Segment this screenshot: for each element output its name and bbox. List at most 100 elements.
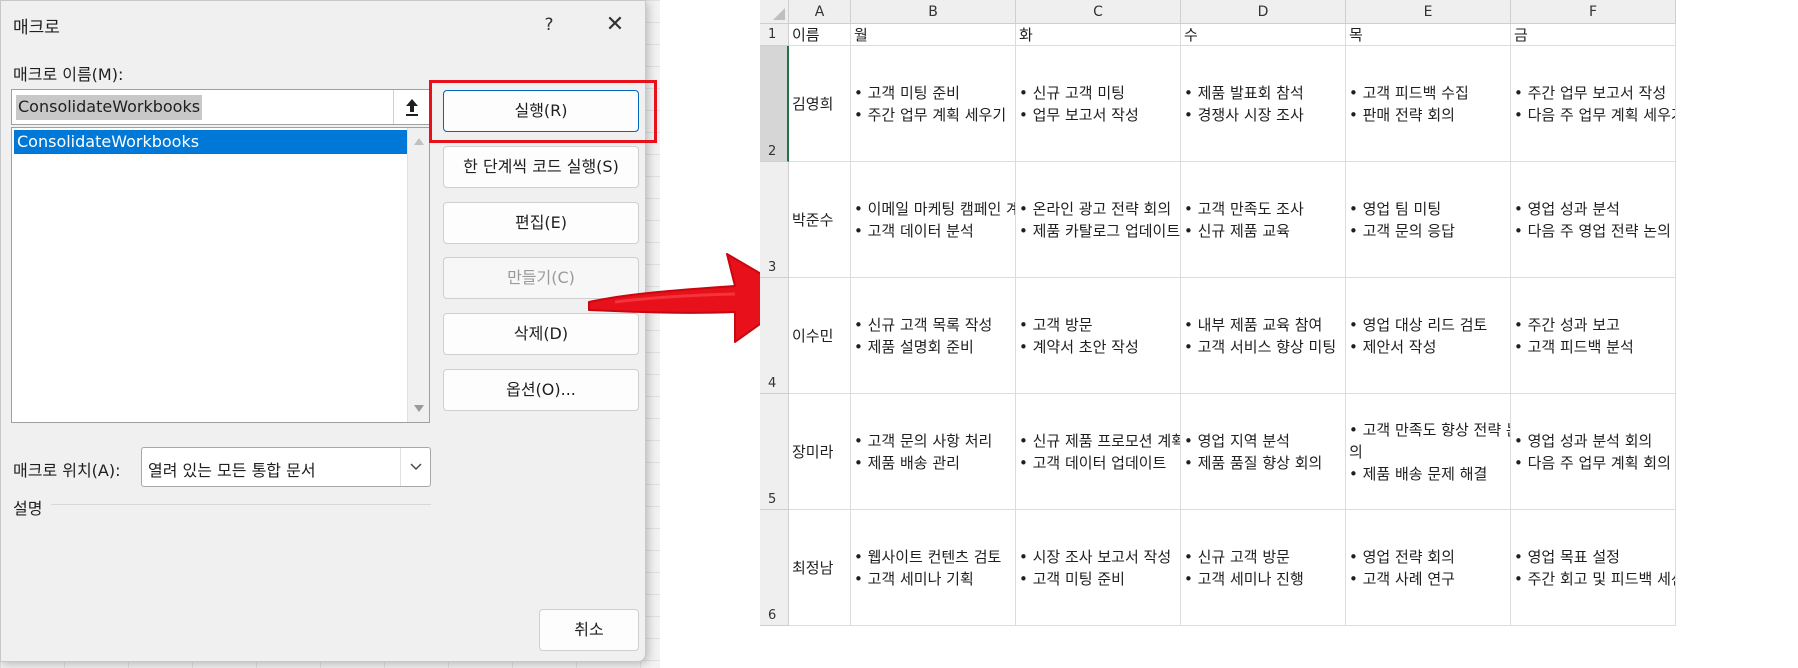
name-cell[interactable]: 최정남 bbox=[789, 510, 851, 626]
task-item: • 고객 문의 응답 bbox=[1349, 221, 1455, 240]
row-header-3[interactable]: 3 bbox=[760, 162, 789, 278]
column-header-d[interactable]: D bbox=[1181, 0, 1346, 24]
screenshot-stage: 매크로 ? ✕ 매크로 이름(M): ConsolidateWorkbooks … bbox=[0, 0, 1798, 668]
task-cell[interactable]: • 웹사이트 컨텐츠 검토 • 고객 세미나 기획 bbox=[851, 510, 1016, 626]
task-cell[interactable]: • 영업 팀 미팅 • 고객 문의 응답 bbox=[1346, 162, 1511, 278]
row-number: 3 bbox=[768, 260, 777, 275]
name-cell[interactable]: 이수민 bbox=[789, 278, 851, 394]
task-cell[interactable]: • 영업 전략 회의 • 고객 사례 연구 bbox=[1346, 510, 1511, 626]
employee-name: 이수민 bbox=[792, 327, 834, 345]
task-cell[interactable]: • 신규 고객 방문 • 고객 세미나 진행 bbox=[1181, 510, 1346, 626]
macro-name-field[interactable]: ConsolidateWorkbooks bbox=[11, 89, 430, 125]
help-button[interactable]: ? bbox=[531, 11, 567, 39]
header-cell[interactable]: 수 bbox=[1181, 24, 1346, 46]
row-header-4[interactable]: 4 bbox=[760, 278, 789, 394]
macro-name-input[interactable]: ConsolidateWorkbooks bbox=[16, 95, 203, 120]
collapse-dialog-button[interactable] bbox=[393, 90, 429, 124]
task-item: • 고객 피드백 수집 bbox=[1349, 83, 1469, 102]
name-cell[interactable]: 장미라 bbox=[789, 394, 851, 510]
task-cell[interactable]: • 영업 대상 리드 검토 • 제안서 작성 bbox=[1346, 278, 1511, 394]
task-cell[interactable]: • 이메일 마케팅 캠페인 계획 • 고객 데이터 분석 bbox=[851, 162, 1016, 278]
edit-button[interactable]: 편집(E) bbox=[443, 202, 639, 244]
macro-list-scrollbar[interactable] bbox=[407, 128, 429, 422]
description-label: 설명 bbox=[13, 499, 43, 518]
task-cell[interactable]: • 고객 피드백 수집 • 판매 전략 회의 bbox=[1346, 46, 1511, 162]
task-cell[interactable]: • 주간 업무 보고서 작성 • 다음 주 업무 계획 세우기 bbox=[1511, 46, 1676, 162]
header-cell[interactable]: 화 bbox=[1016, 24, 1181, 46]
task-cell[interactable]: • 고객 만족도 향상 전략 논 의 • 제품 배송 문제 해결 bbox=[1346, 394, 1511, 510]
task-item: • 고객 서비스 향상 미팅 bbox=[1184, 337, 1337, 356]
spreadsheet: A B C D E F 1 2 3 4 5 6 이름 월 화 수 목 금 김영희 • 고객 미팅 준비 • 주간 업무 … bbox=[760, 0, 1798, 668]
task-cell[interactable]: • 주간 성과 보고 • 고객 피드백 분석 bbox=[1511, 278, 1676, 394]
name-cell[interactable]: 박준수 bbox=[789, 162, 851, 278]
step-into-button[interactable]: 한 단계씩 코드 실행(S) bbox=[443, 146, 639, 188]
task-cell[interactable]: • 영업 성과 분석 • 다음 주 영업 전략 논의 bbox=[1511, 162, 1676, 278]
task-item: • 고객 세미나 진행 bbox=[1184, 569, 1304, 588]
task-cell[interactable]: • 영업 목표 설정 • 주간 회고 및 피드백 세션 bbox=[1511, 510, 1676, 626]
row-header-6[interactable]: 6 bbox=[760, 510, 789, 626]
task-cell[interactable]: • 영업 지역 분석 • 제품 품질 향상 회의 bbox=[1181, 394, 1346, 510]
task-item: • 다음 주 영업 전략 논의 bbox=[1514, 221, 1671, 240]
task-item: 의 bbox=[1349, 442, 1363, 461]
employee-name: 김영희 bbox=[792, 95, 834, 113]
task-item: • 웹사이트 컨텐츠 검토 bbox=[854, 547, 1002, 566]
task-cell[interactable]: • 고객 문의 사항 처리 • 제품 배송 관리 bbox=[851, 394, 1016, 510]
scroll-up-icon[interactable] bbox=[414, 138, 424, 145]
task-item: • 고객 피드백 분석 bbox=[1514, 337, 1634, 356]
task-item: • 이메일 마케팅 캠페인 계획 bbox=[854, 199, 1016, 218]
cancel-button[interactable]: 취소 bbox=[539, 609, 639, 651]
task-item: • 다음 주 업무 계획 세우기 bbox=[1514, 105, 1676, 124]
row-header-1[interactable]: 1 bbox=[760, 24, 789, 46]
task-item: • 다음 주 업무 계획 회의 bbox=[1514, 453, 1671, 472]
column-header-a[interactable]: A bbox=[789, 0, 851, 24]
task-item: • 내부 제품 교육 참여 bbox=[1184, 315, 1323, 334]
task-item: • 온라인 광고 전략 회의 bbox=[1019, 199, 1172, 218]
macro-list[interactable]: ConsolidateWorkbooks bbox=[11, 127, 430, 423]
column-header-b[interactable]: B bbox=[851, 0, 1016, 24]
task-item: • 업무 보고서 작성 bbox=[1019, 105, 1139, 124]
row-header-5[interactable]: 5 bbox=[760, 394, 789, 510]
task-item: • 영업 목표 설정 bbox=[1514, 547, 1620, 566]
header-cell[interactable]: 이름 bbox=[789, 24, 851, 46]
header-cell[interactable]: 월 bbox=[851, 24, 1016, 46]
options-button[interactable]: 옵션(O)... bbox=[443, 369, 639, 411]
header-cell[interactable]: 금 bbox=[1511, 24, 1676, 46]
macro-location-select[interactable]: 열려 있는 모든 통합 문서 bbox=[141, 447, 431, 487]
task-item: • 영업 전략 회의 bbox=[1349, 547, 1455, 566]
task-cell[interactable]: • 시장 조사 보고서 작성 • 고객 미팅 준비 bbox=[1016, 510, 1181, 626]
employee-name: 박준수 bbox=[792, 211, 834, 229]
task-cell[interactable]: • 온라인 광고 전략 회의 • 제품 카탈로그 업데이트 bbox=[1016, 162, 1181, 278]
task-item: • 신규 고객 미팅 bbox=[1019, 83, 1125, 102]
task-cell[interactable]: • 고객 만족도 조사 • 신규 제품 교육 bbox=[1181, 162, 1346, 278]
task-cell[interactable]: • 고객 방문 • 계약서 초안 작성 bbox=[1016, 278, 1181, 394]
task-item: • 고객 미팅 준비 bbox=[1019, 569, 1125, 588]
task-item: • 주간 회고 및 피드백 세션 bbox=[1514, 569, 1676, 588]
header-cell[interactable]: 목 bbox=[1346, 24, 1511, 46]
column-header-f[interactable]: F bbox=[1511, 0, 1676, 24]
task-cell[interactable]: • 내부 제품 교육 참여 • 고객 서비스 향상 미팅 bbox=[1181, 278, 1346, 394]
scroll-down-icon[interactable] bbox=[414, 405, 424, 412]
task-cell[interactable]: • 고객 미팅 준비 • 주간 업무 계획 세우기 bbox=[851, 46, 1016, 162]
task-cell[interactable]: • 신규 고객 미팅 • 업무 보고서 작성 bbox=[1016, 46, 1181, 162]
task-cell[interactable]: • 신규 제품 프로모션 계획 • 고객 데이터 업데이트 bbox=[1016, 394, 1181, 510]
chevron-down-icon bbox=[410, 463, 421, 470]
task-item: • 영업 성과 분석 bbox=[1514, 199, 1620, 218]
task-item: • 제품 배송 문제 해결 bbox=[1349, 464, 1488, 483]
column-header-c[interactable]: C bbox=[1016, 0, 1181, 24]
task-item: • 고객 데이터 업데이트 bbox=[1019, 453, 1167, 472]
task-item: • 제안서 작성 bbox=[1349, 337, 1437, 356]
dropdown-button[interactable] bbox=[400, 448, 430, 486]
task-item: • 영업 팀 미팅 bbox=[1349, 199, 1442, 218]
task-cell[interactable]: • 신규 고객 목록 작성 • 제품 설명회 준비 bbox=[851, 278, 1016, 394]
select-all-corner[interactable] bbox=[760, 0, 789, 24]
list-item-consolidate-workbooks[interactable]: ConsolidateWorkbooks bbox=[14, 130, 407, 154]
name-cell[interactable]: 김영희 bbox=[789, 46, 851, 162]
row-header-2[interactable]: 2 bbox=[760, 46, 789, 162]
column-header-e[interactable]: E bbox=[1346, 0, 1511, 24]
task-cell[interactable]: • 영업 성과 분석 회의 • 다음 주 업무 계획 회의 bbox=[1511, 394, 1676, 510]
upload-arrow-icon bbox=[405, 99, 418, 116]
task-item: • 판매 전략 회의 bbox=[1349, 105, 1455, 124]
close-icon[interactable]: ✕ bbox=[597, 11, 633, 39]
task-cell[interactable]: • 제품 발표회 참석 • 경쟁사 시장 조사 bbox=[1181, 46, 1346, 162]
row-number: 2 bbox=[768, 144, 777, 159]
